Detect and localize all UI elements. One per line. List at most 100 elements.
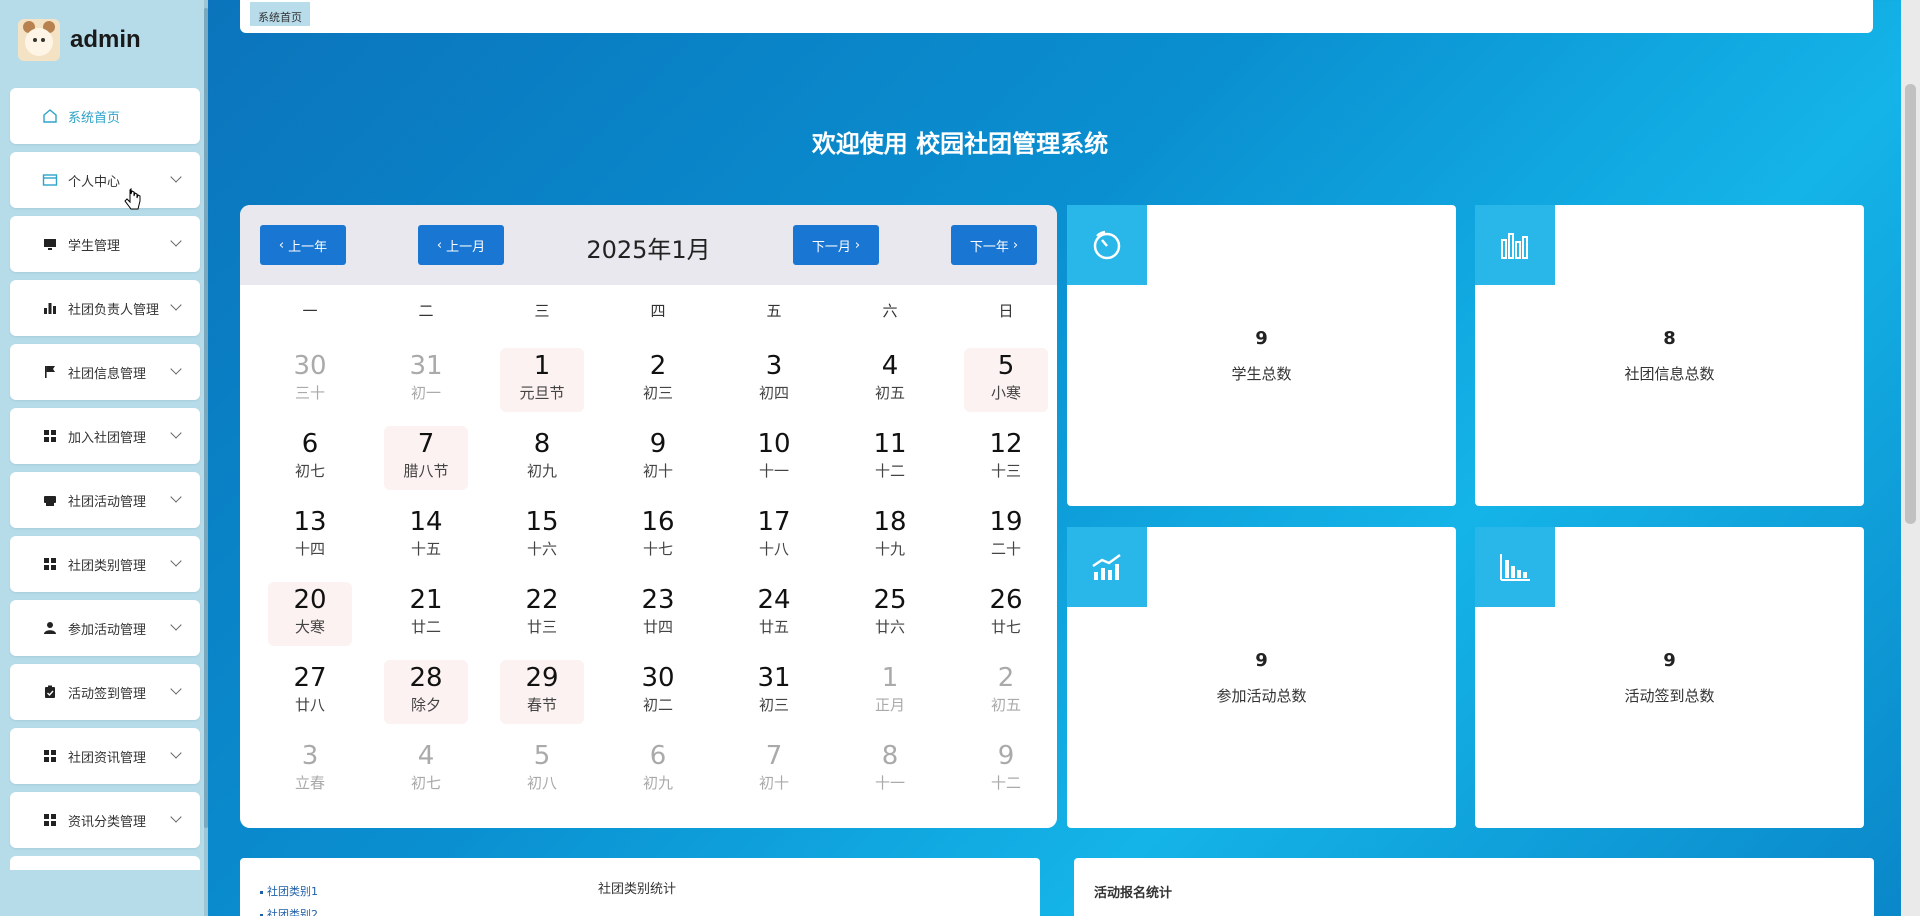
stat-card-students[interactable]: 9 学生总数 — [1067, 205, 1456, 506]
sidebar-item-8[interactable]: 社团类别管理 — [10, 536, 200, 592]
lunar-date: 十八 — [758, 540, 789, 558]
user-icon — [42, 620, 58, 636]
calendar-day[interactable]: 5 初八 — [484, 738, 600, 802]
calendar-day[interactable]: 31 初一 — [368, 348, 484, 412]
sidebar-item-2[interactable]: 个人中心 — [10, 152, 200, 208]
calendar-day[interactable]: 29 春节 — [484, 660, 600, 724]
calendar-day[interactable]: 15 十六 — [484, 504, 600, 568]
calendar-day[interactable]: 20 大寒 — [252, 582, 368, 646]
calendar-day[interactable]: 5 小寒 — [948, 348, 1057, 412]
calendar-day[interactable]: 18 十九 — [832, 504, 948, 568]
sidebar-item-label: 加入社团管理 — [68, 430, 147, 446]
calendar-day[interactable]: 23 廿四 — [600, 582, 716, 646]
lunar-date: 小寒 — [990, 384, 1021, 402]
calendar-day[interactable]: 19 二十 — [948, 504, 1057, 568]
sidebar-item-label: 学生管理 — [68, 238, 121, 254]
next-month-label: 下一月 — [811, 239, 851, 255]
day-number: 9 — [649, 429, 667, 459]
next-month-button[interactable]: 下一月 › — [793, 225, 879, 265]
calendar-day[interactable]: 11 十二 — [832, 426, 948, 490]
stat-card-clubs[interactable]: 8 社团信息总数 — [1475, 205, 1864, 506]
sidebar-item-12[interactable]: 资讯分类管理 — [10, 792, 200, 848]
calendar-day[interactable]: 14 十五 — [368, 504, 484, 568]
day-number: 30 — [293, 351, 327, 381]
calendar-day[interactable]: 1 正月 — [832, 660, 948, 724]
lunar-date: 初九 — [526, 462, 557, 480]
calendar-day[interactable]: 30 三十 — [252, 348, 368, 412]
sidebar-item-6[interactable]: 加入社团管理 — [10, 408, 200, 464]
sidebar-item-9[interactable]: 参加活动管理 — [10, 600, 200, 656]
stat-card-activity-join[interactable]: 9 参加活动总数 — [1067, 527, 1456, 828]
grid-icon — [42, 428, 58, 444]
page-scrollbar-thumb[interactable] — [1905, 84, 1916, 524]
calendar-day[interactable]: 4 初五 — [832, 348, 948, 412]
legend-item[interactable]: 社团类别1 — [260, 883, 318, 899]
calendar-day[interactable]: 17 十八 — [716, 504, 832, 568]
calendar-day[interactable]: 7 腊八节 — [368, 426, 484, 490]
day-number: 22 — [525, 585, 559, 615]
stat-label: 学生总数 — [1231, 365, 1292, 383]
lunar-date: 春节 — [526, 696, 557, 714]
sidebar-item-label: 资讯分类管理 — [68, 814, 147, 830]
calendar-day[interactable]: 3 初四 — [716, 348, 832, 412]
lunar-date: 初五 — [874, 384, 905, 402]
calendar-day[interactable]: 7 初十 — [716, 738, 832, 802]
chevron-right-icon: › — [1012, 237, 1019, 253]
calendar-day[interactable]: 12 十三 — [948, 426, 1057, 490]
weekday-header: 一二三四五六日 — [252, 300, 1057, 321]
calendar-day[interactable]: 22 廿三 — [484, 582, 600, 646]
sidebar-item-partial[interactable] — [10, 856, 200, 870]
calendar-day[interactable]: 6 初七 — [252, 426, 368, 490]
calendar-day[interactable]: 1 元旦节 — [484, 348, 600, 412]
sidebar-item-label: 社团活动管理 — [68, 494, 147, 510]
legend-item[interactable]: 社团类别2 — [260, 906, 318, 916]
lunar-date: 十二 — [990, 774, 1021, 792]
calendar-day[interactable]: 28 除夕 — [368, 660, 484, 724]
calendar-day[interactable]: 26 廿七 — [948, 582, 1057, 646]
calendar: ‹ 上一年 ‹ 上一月 2025年1月 下一月 › 下一年 › 一二三四五六日 … — [240, 205, 1057, 828]
prev-year-button[interactable]: ‹ 上一年 — [260, 225, 346, 265]
prev-month-button[interactable]: ‹ 上一月 — [418, 225, 504, 265]
calendar-day[interactable]: 8 十一 — [832, 738, 948, 802]
calendar-day[interactable]: 3 立春 — [252, 738, 368, 802]
sidebar-item-label: 系统首页 — [68, 110, 121, 126]
page-scrollbar-track[interactable] — [1901, 0, 1920, 916]
sidebar-item-10[interactable]: 活动签到管理 — [10, 664, 200, 720]
calendar-day[interactable]: 27 廿八 — [252, 660, 368, 724]
sidebar-item-5[interactable]: 社团信息管理 — [10, 344, 200, 400]
calendar-day[interactable]: 24 廿五 — [716, 582, 832, 646]
calendar-day[interactable]: 6 初九 — [600, 738, 716, 802]
sidebar-item-4[interactable]: 社团负责人管理 — [10, 280, 200, 336]
sidebar-item-11[interactable]: 社团资讯管理 — [10, 728, 200, 784]
calendar-day[interactable]: 31 初三 — [716, 660, 832, 724]
calendar-day[interactable]: 30 初二 — [600, 660, 716, 724]
breadcrumb[interactable]: 系统首页 — [250, 2, 310, 26]
trend-chart-icon — [1067, 527, 1147, 607]
calendar-day[interactable]: 4 初七 — [368, 738, 484, 802]
sidebar-item-7[interactable]: 社团活动管理 — [10, 472, 200, 528]
bar-chart-icon — [1475, 205, 1555, 285]
stat-label: 社团信息总数 — [1624, 365, 1715, 383]
chevron-left-icon: ‹ — [436, 237, 443, 253]
chevron-down-icon — [170, 811, 182, 823]
calendar-day[interactable]: 2 初五 — [948, 660, 1057, 724]
calendar-day[interactable]: 16 十七 — [600, 504, 716, 568]
clipboard-icon — [42, 684, 58, 700]
sidebar-item-3[interactable]: 学生管理 — [10, 216, 200, 272]
calendar-day[interactable]: 10 十一 — [716, 426, 832, 490]
grid-icon — [42, 812, 58, 828]
lunar-date: 十六 — [526, 540, 557, 558]
calendar-day[interactable]: 9 初十 — [600, 426, 716, 490]
chevron-down-icon — [170, 363, 182, 375]
chevron-right-icon: › — [854, 237, 861, 253]
day-number: 1 — [881, 663, 899, 693]
stat-card-signin[interactable]: 9 活动签到总数 — [1475, 527, 1864, 828]
calendar-day[interactable]: 2 初三 — [600, 348, 716, 412]
calendar-day[interactable]: 25 廿六 — [832, 582, 948, 646]
chevron-down-icon — [170, 555, 182, 567]
calendar-day[interactable]: 8 初九 — [484, 426, 600, 490]
calendar-day[interactable]: 21 廿二 — [368, 582, 484, 646]
next-year-button[interactable]: 下一年 › — [951, 225, 1037, 265]
calendar-day[interactable]: 9 十二 — [948, 738, 1057, 802]
calendar-day[interactable]: 13 十四 — [252, 504, 368, 568]
